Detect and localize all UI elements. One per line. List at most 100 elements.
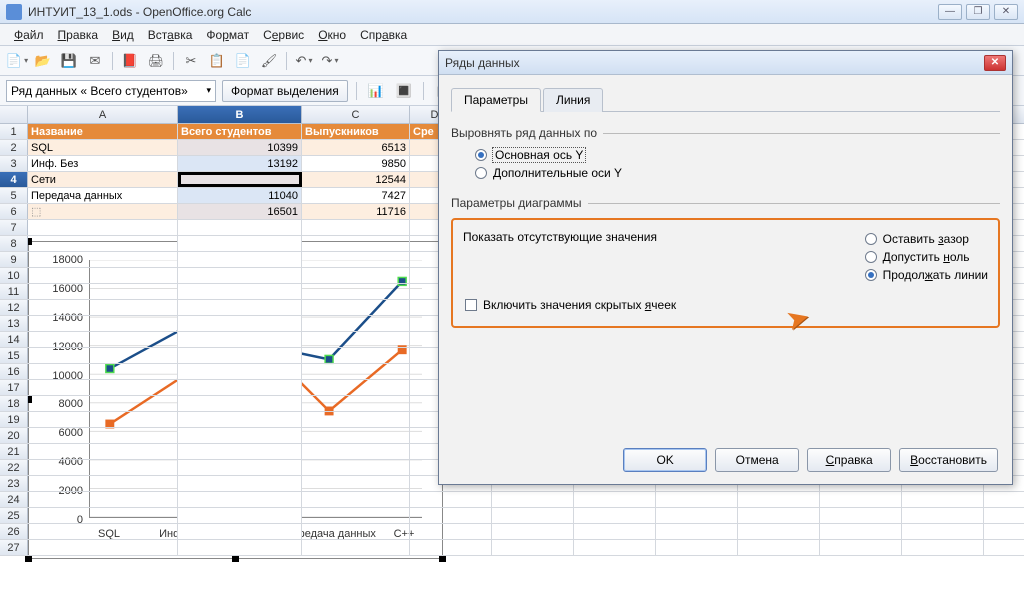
cell[interactable]	[178, 316, 302, 331]
cell[interactable]	[492, 524, 574, 539]
cell[interactable]	[302, 508, 410, 523]
cell[interactable]	[302, 444, 410, 459]
cell[interactable]	[28, 284, 178, 299]
select-all-corner[interactable]	[0, 106, 28, 123]
cell[interactable]	[302, 252, 410, 267]
cell[interactable]	[178, 332, 302, 347]
cell[interactable]	[574, 524, 656, 539]
cell[interactable]	[302, 476, 410, 491]
cell[interactable]	[302, 428, 410, 443]
row-header[interactable]: 23	[0, 476, 28, 491]
menu-insert[interactable]: Вставка	[142, 26, 199, 44]
cell[interactable]: 11716	[302, 204, 410, 219]
format-selection-button[interactable]: Формат выделения	[222, 80, 348, 102]
chart-type-button[interactable]: 📊	[365, 80, 387, 102]
row-header[interactable]: 18	[0, 396, 28, 411]
cell[interactable]	[574, 492, 656, 507]
cell[interactable]	[302, 460, 410, 475]
cell[interactable]	[302, 524, 410, 539]
cell[interactable]	[178, 380, 302, 395]
row-header[interactable]: 17	[0, 380, 28, 395]
active-cell[interactable]	[178, 172, 302, 187]
tab-line[interactable]: Линия	[543, 88, 603, 112]
cell[interactable]	[302, 492, 410, 507]
row-header[interactable]: 4	[0, 172, 28, 187]
col-header-B[interactable]: B	[178, 106, 302, 123]
cell[interactable]: 9850	[302, 156, 410, 171]
cell[interactable]	[738, 540, 820, 555]
cell[interactable]	[28, 252, 178, 267]
row-header[interactable]: 13	[0, 316, 28, 331]
cell[interactable]	[28, 492, 178, 507]
cell[interactable]: 11040	[178, 188, 302, 203]
tab-parameters[interactable]: Параметры	[451, 88, 541, 112]
cell[interactable]	[178, 364, 302, 379]
row-header[interactable]: 15	[0, 348, 28, 363]
cell[interactable]	[656, 508, 738, 523]
cell[interactable]	[302, 364, 410, 379]
row-header[interactable]: 10	[0, 268, 28, 283]
col-header-A[interactable]: A	[28, 106, 178, 123]
help-button[interactable]: Справка	[807, 448, 891, 472]
row-header[interactable]: 26	[0, 524, 28, 539]
open-button[interactable]: 📂	[32, 50, 54, 72]
cancel-button[interactable]: Отмена	[715, 448, 799, 472]
radio-leave-gap[interactable]	[865, 233, 877, 245]
cell[interactable]	[178, 348, 302, 363]
cell[interactable]: Всего студентов	[178, 124, 302, 139]
cell[interactable]	[178, 268, 302, 283]
menu-help[interactable]: Справка	[354, 26, 413, 44]
row-header[interactable]: 16	[0, 364, 28, 379]
row-header[interactable]: 6	[0, 204, 28, 219]
copy-button[interactable]: 📋	[206, 50, 228, 72]
cell[interactable]	[28, 540, 178, 555]
cell[interactable]: 7427	[302, 188, 410, 203]
cell[interactable]	[410, 508, 492, 523]
cell[interactable]: Инф. Без	[28, 156, 178, 171]
cell[interactable]	[820, 508, 902, 523]
row-header[interactable]: 3	[0, 156, 28, 171]
cell[interactable]	[28, 524, 178, 539]
cell[interactable]	[656, 540, 738, 555]
row-header[interactable]: 14	[0, 332, 28, 347]
row-header[interactable]: 24	[0, 492, 28, 507]
cell[interactable]	[178, 412, 302, 427]
menu-edit[interactable]: Правка	[52, 26, 105, 44]
cell[interactable]: Название	[28, 124, 178, 139]
cell[interactable]	[28, 364, 178, 379]
email-button[interactable]: ✉	[84, 50, 106, 72]
cell[interactable]	[902, 524, 984, 539]
cell[interactable]	[492, 492, 574, 507]
cell[interactable]: Передача данных	[28, 188, 178, 203]
cell[interactable]: Сети	[28, 172, 178, 187]
cell[interactable]	[820, 524, 902, 539]
cell[interactable]	[178, 524, 302, 539]
new-doc-button[interactable]: 📄▾	[6, 50, 28, 72]
checkbox-hidden-cells[interactable]	[465, 299, 477, 311]
menu-view[interactable]: Вид	[106, 26, 140, 44]
cell[interactable]	[178, 508, 302, 523]
cell[interactable]	[28, 316, 178, 331]
cell[interactable]: SQL	[28, 140, 178, 155]
cell[interactable]	[178, 300, 302, 315]
cell[interactable]	[28, 300, 178, 315]
cell[interactable]	[302, 268, 410, 283]
cell[interactable]	[302, 348, 410, 363]
cell[interactable]	[28, 268, 178, 283]
export-pdf-button[interactable]: 📕	[119, 50, 141, 72]
cell[interactable]: ⬚	[28, 204, 178, 219]
cell[interactable]	[178, 236, 302, 251]
cell[interactable]	[28, 348, 178, 363]
cell[interactable]	[28, 508, 178, 523]
menu-format[interactable]: Формат	[200, 26, 255, 44]
close-button[interactable]: ✕	[994, 4, 1018, 20]
cell[interactable]	[178, 284, 302, 299]
cell[interactable]	[574, 508, 656, 523]
row-header[interactable]: 8	[0, 236, 28, 251]
cell[interactable]	[28, 412, 178, 427]
cell[interactable]	[28, 332, 178, 347]
cell[interactable]	[178, 444, 302, 459]
row-header[interactable]: 5	[0, 188, 28, 203]
cell[interactable]	[738, 524, 820, 539]
cell[interactable]	[28, 380, 178, 395]
